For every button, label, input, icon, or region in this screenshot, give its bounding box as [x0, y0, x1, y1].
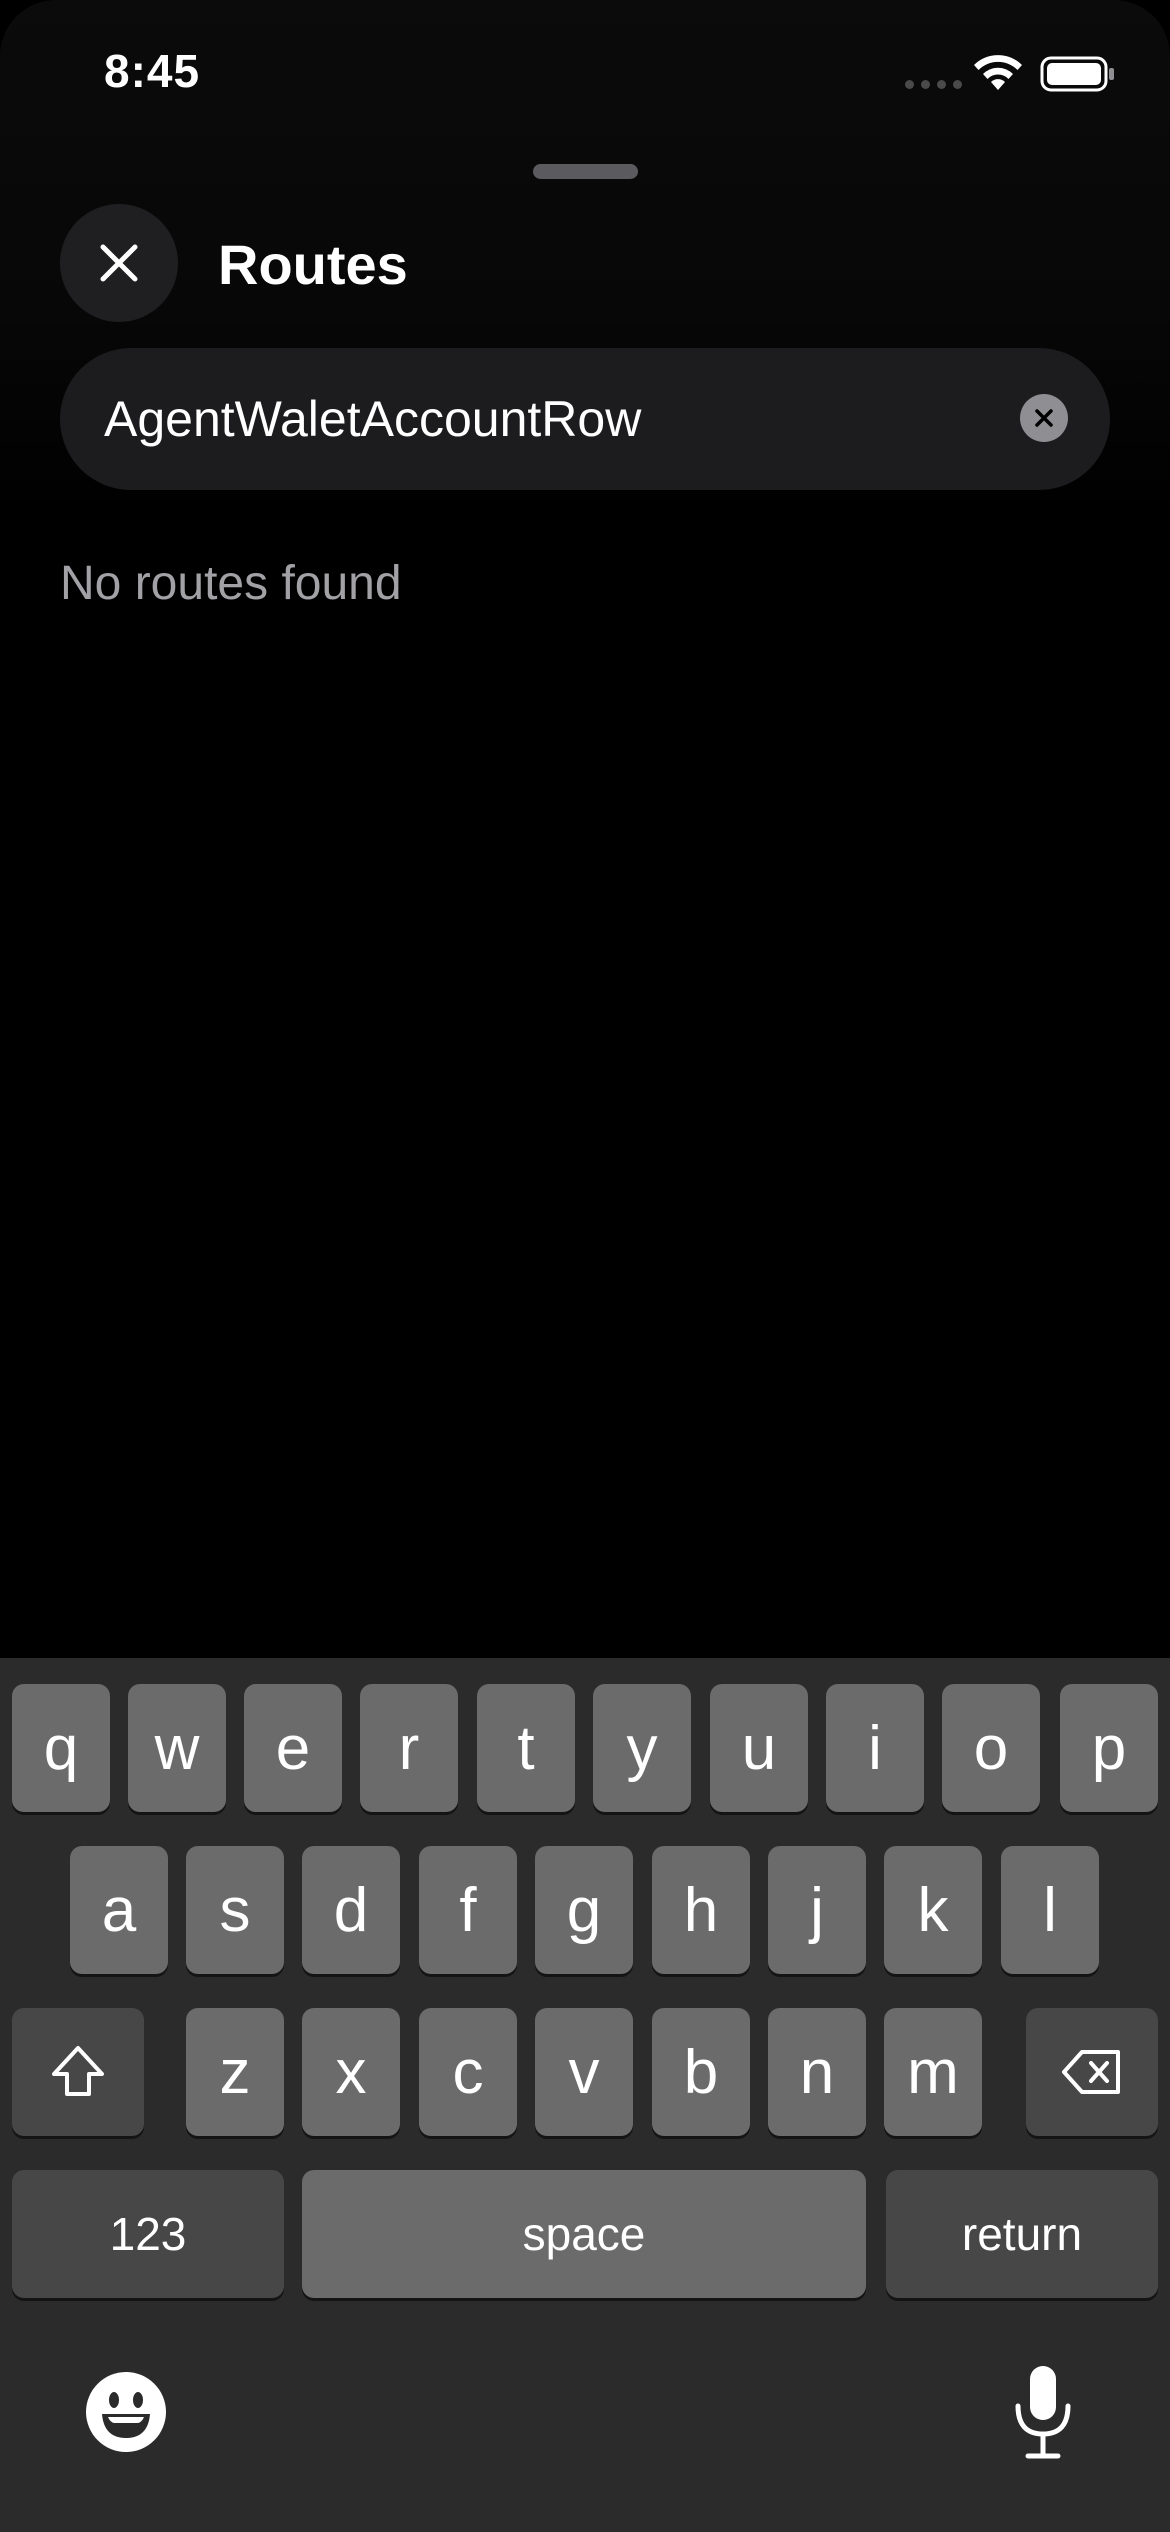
- microphone-icon[interactable]: [1010, 2364, 1076, 2464]
- key-g[interactable]: g: [535, 1846, 633, 1974]
- clear-icon: [1035, 409, 1053, 427]
- search-input[interactable]: AgentWaletAccountRow: [104, 390, 641, 448]
- close-button[interactable]: [60, 204, 178, 322]
- shift-key[interactable]: [12, 2008, 144, 2136]
- key-t[interactable]: t: [477, 1684, 575, 1812]
- status-bar: 8:45: [0, 0, 1170, 150]
- shift-icon: [52, 2046, 104, 2096]
- return-key[interactable]: return: [886, 2170, 1158, 2298]
- keyboard: q w e r t y u i o p a s d f g h j k l z …: [0, 1658, 1170, 2532]
- numbers-key[interactable]: 123: [12, 2170, 284, 2298]
- key-u[interactable]: u: [710, 1684, 808, 1812]
- cellular-icon: [905, 80, 962, 89]
- key-l[interactable]: l: [1001, 1846, 1099, 1974]
- emoji-icon[interactable]: [84, 2370, 168, 2454]
- key-m[interactable]: m: [884, 2008, 982, 2136]
- close-icon: [100, 244, 138, 282]
- delete-key[interactable]: [1026, 2008, 1158, 2136]
- clear-search-button[interactable]: [1020, 394, 1068, 442]
- key-j[interactable]: j: [768, 1846, 866, 1974]
- delete-icon: [1062, 2050, 1120, 2094]
- key-x[interactable]: x: [302, 2008, 400, 2136]
- key-p[interactable]: p: [1060, 1684, 1158, 1812]
- key-o[interactable]: o: [942, 1684, 1040, 1812]
- key-c[interactable]: c: [419, 2008, 517, 2136]
- key-b[interactable]: b: [652, 2008, 750, 2136]
- key-k[interactable]: k: [884, 1846, 982, 1974]
- page-title: Routes: [218, 233, 408, 296]
- sheet-grabber[interactable]: [533, 164, 638, 179]
- wifi-icon: [974, 55, 1022, 90]
- empty-results-message: No routes found: [60, 557, 402, 610]
- space-key[interactable]: space: [302, 2170, 866, 2298]
- key-s[interactable]: s: [186, 1846, 284, 1974]
- battery-icon: [1040, 56, 1114, 92]
- key-z[interactable]: z: [186, 2008, 284, 2136]
- key-q[interactable]: q: [12, 1684, 110, 1812]
- key-v[interactable]: v: [535, 2008, 633, 2136]
- key-f[interactable]: f: [419, 1846, 517, 1974]
- key-w[interactable]: w: [128, 1684, 226, 1812]
- status-time: 8:45: [104, 45, 201, 97]
- key-y[interactable]: y: [593, 1684, 691, 1812]
- routes-screen: 8:45 Routes AgentWaletAccountRow No rout…: [0, 0, 1170, 2532]
- key-e[interactable]: e: [244, 1684, 342, 1812]
- key-r[interactable]: r: [360, 1684, 458, 1812]
- key-d[interactable]: d: [302, 1846, 400, 1974]
- key-h[interactable]: h: [652, 1846, 750, 1974]
- key-n[interactable]: n: [768, 2008, 866, 2136]
- key-a[interactable]: a: [70, 1846, 168, 1974]
- key-i[interactable]: i: [826, 1684, 924, 1812]
- search-field[interactable]: AgentWaletAccountRow: [60, 348, 1110, 490]
